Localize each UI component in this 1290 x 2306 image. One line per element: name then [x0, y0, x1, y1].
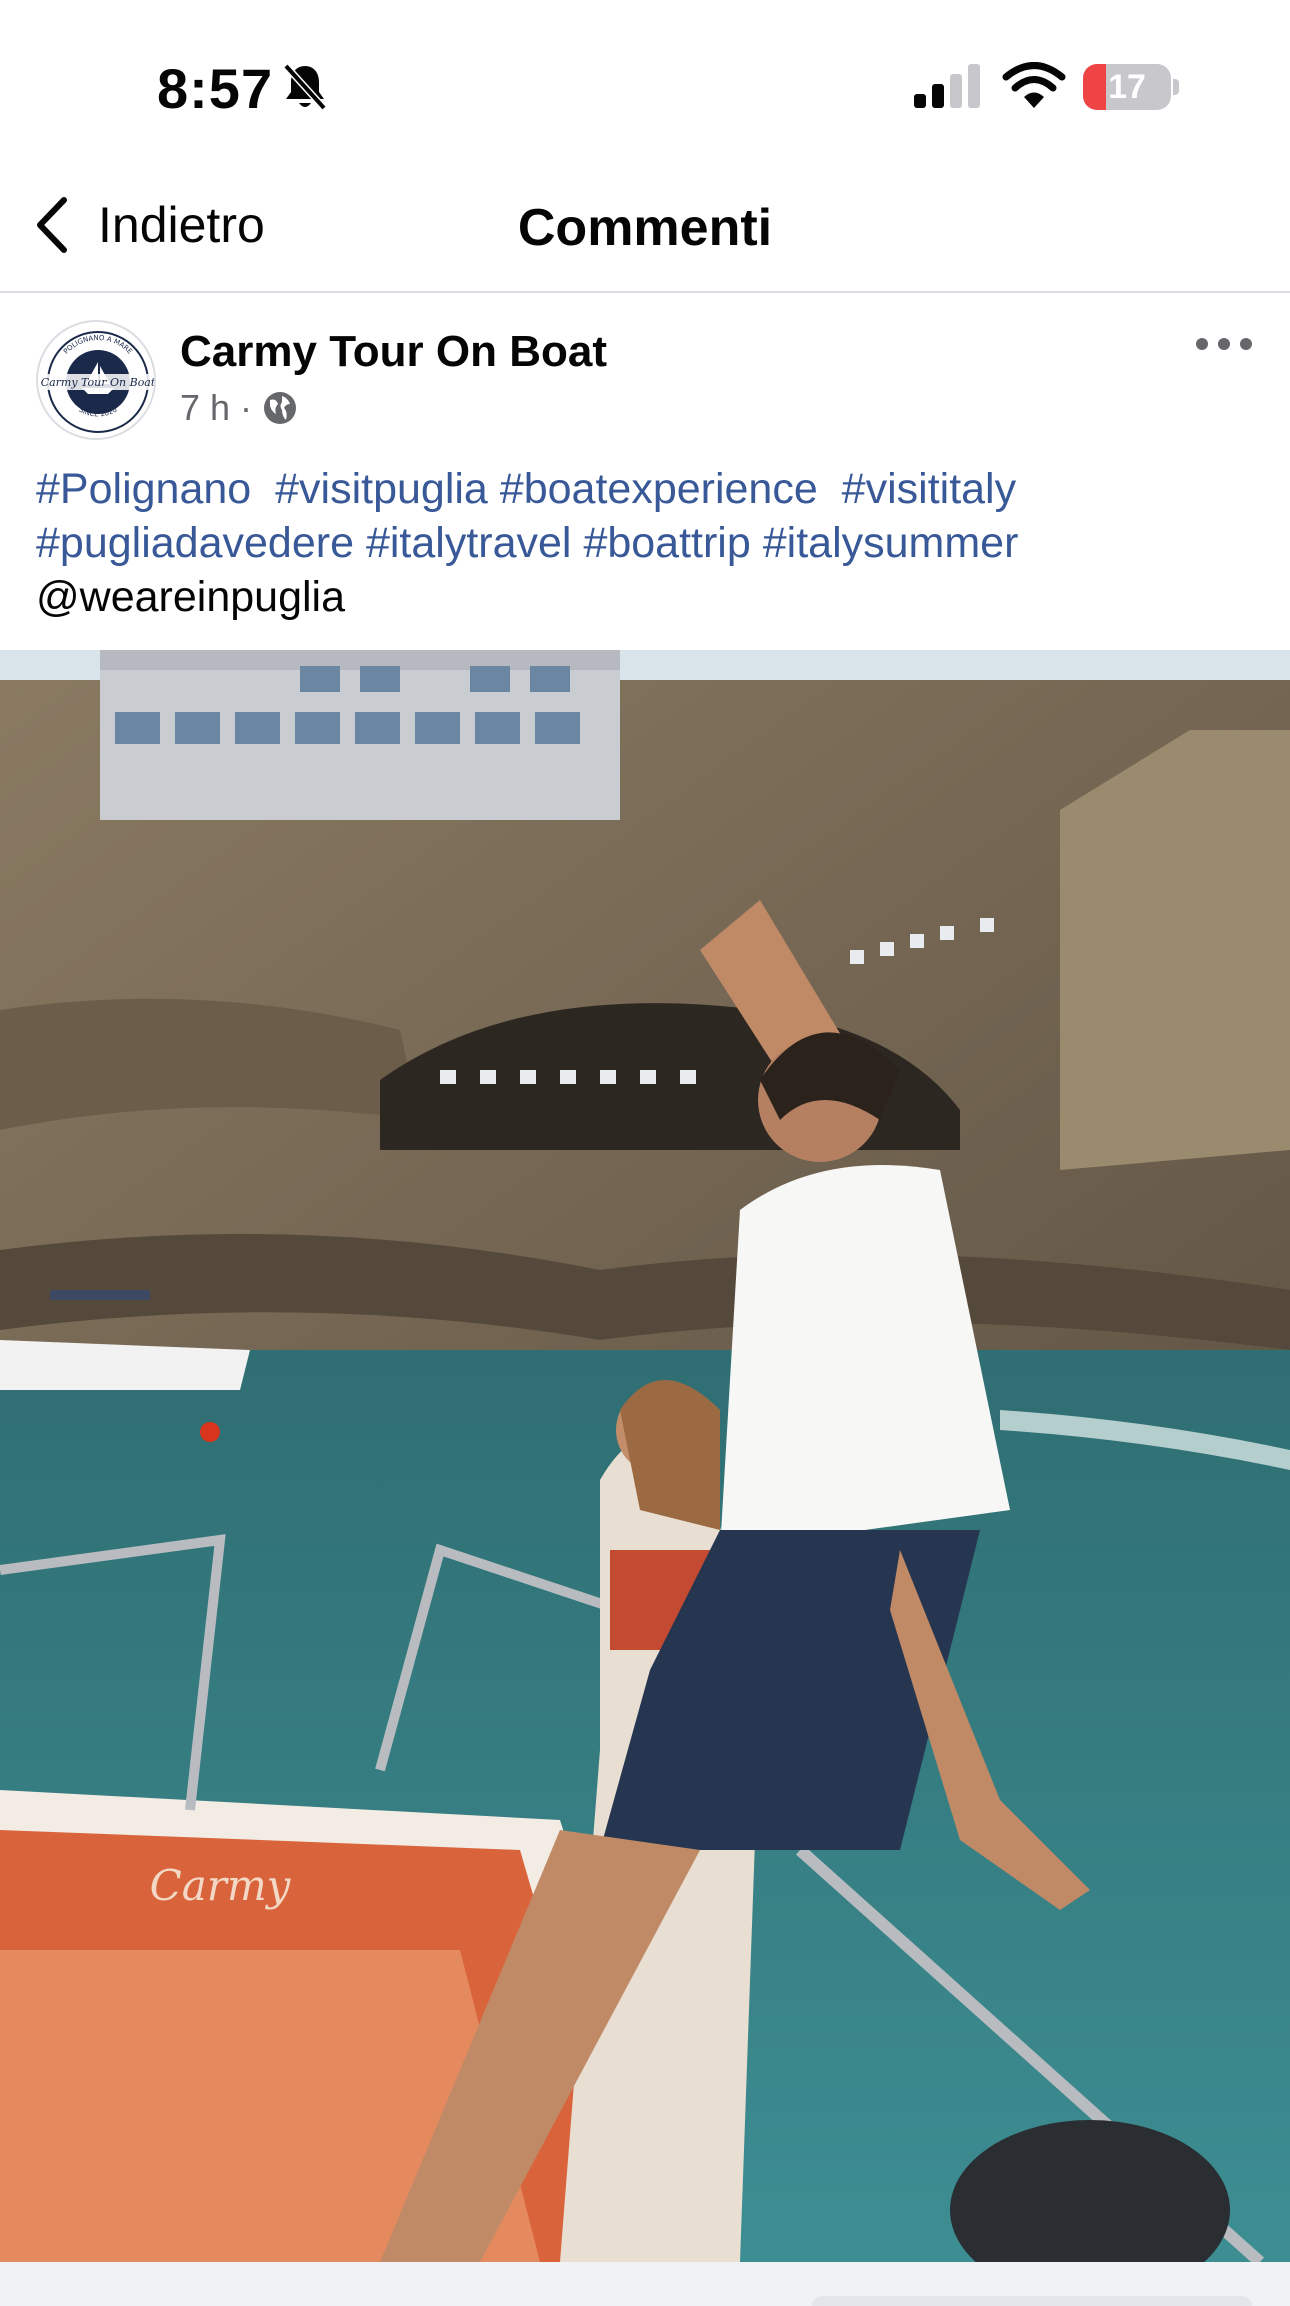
hashtag-link[interactable]: #boattrip: [583, 519, 750, 567]
mention-link[interactable]: @weareinpuglia: [36, 573, 345, 621]
boat-brand-text: Carmy: [150, 1861, 292, 1910]
wifi-icon: [1002, 62, 1066, 108]
battery-icon: 17: [1083, 64, 1179, 110]
meta-separator: ·: [240, 387, 253, 428]
hashtag-link[interactable]: #italytravel: [366, 519, 572, 567]
post-caption: #Polignano #visitpuglia #boatexperience …: [36, 462, 1266, 624]
page-title: Commenti: [517, 199, 773, 257]
battery-level: 17: [1108, 68, 1146, 106]
nav-bar: Indietro Commenti: [0, 150, 1290, 293]
post-author[interactable]: Carmy Tour On Boat: [180, 327, 607, 377]
post-photo[interactable]: Carmy: [0, 650, 1290, 2262]
post-meta: 7 h ·: [180, 387, 298, 429]
logo-center-text: Carmy Tour On Boat: [41, 376, 156, 389]
hashtag-link[interactable]: #boatexperience: [500, 465, 818, 513]
photo-illustration: Carmy: [0, 650, 1290, 2262]
status-bar: 8:57 17: [0, 0, 1290, 150]
globe-icon: [264, 392, 297, 424]
hashtag-link[interactable]: #visitpuglia: [275, 465, 488, 513]
status-time: 8:57: [157, 57, 274, 120]
bell-slash-icon: [283, 63, 327, 111]
more-options-button[interactable]: [1196, 329, 1252, 359]
more-horizontal-icon-dot: [1240, 338, 1252, 350]
page-logo: POLIGNANO A MARE Carmy Tour On Boat SINC…: [40, 326, 156, 438]
hashtag-link[interactable]: #Polignano: [36, 465, 251, 513]
post-header: POLIGNANO A MARE Carmy Tour On Boat SINC…: [0, 295, 1290, 445]
hashtag-link[interactable]: #pugliadavedere: [36, 519, 354, 567]
post-time[interactable]: 7 h: [180, 387, 230, 429]
avatar[interactable]: POLIGNANO A MARE Carmy Tour On Boat SINC…: [36, 320, 156, 440]
more-horizontal-icon-dot: [1196, 338, 1208, 350]
hashtag-link[interactable]: #italysummer: [763, 519, 1019, 567]
battery-tip: [1173, 79, 1179, 95]
more-horizontal-icon-dot: [1218, 338, 1230, 350]
hashtag-link[interactable]: #visititaly: [842, 465, 1016, 513]
cellular-signal-icon: [914, 64, 980, 108]
bottom-pill: [812, 2296, 1252, 2306]
bottom-section: [0, 2262, 1290, 2306]
battery-body: 17: [1083, 64, 1171, 110]
